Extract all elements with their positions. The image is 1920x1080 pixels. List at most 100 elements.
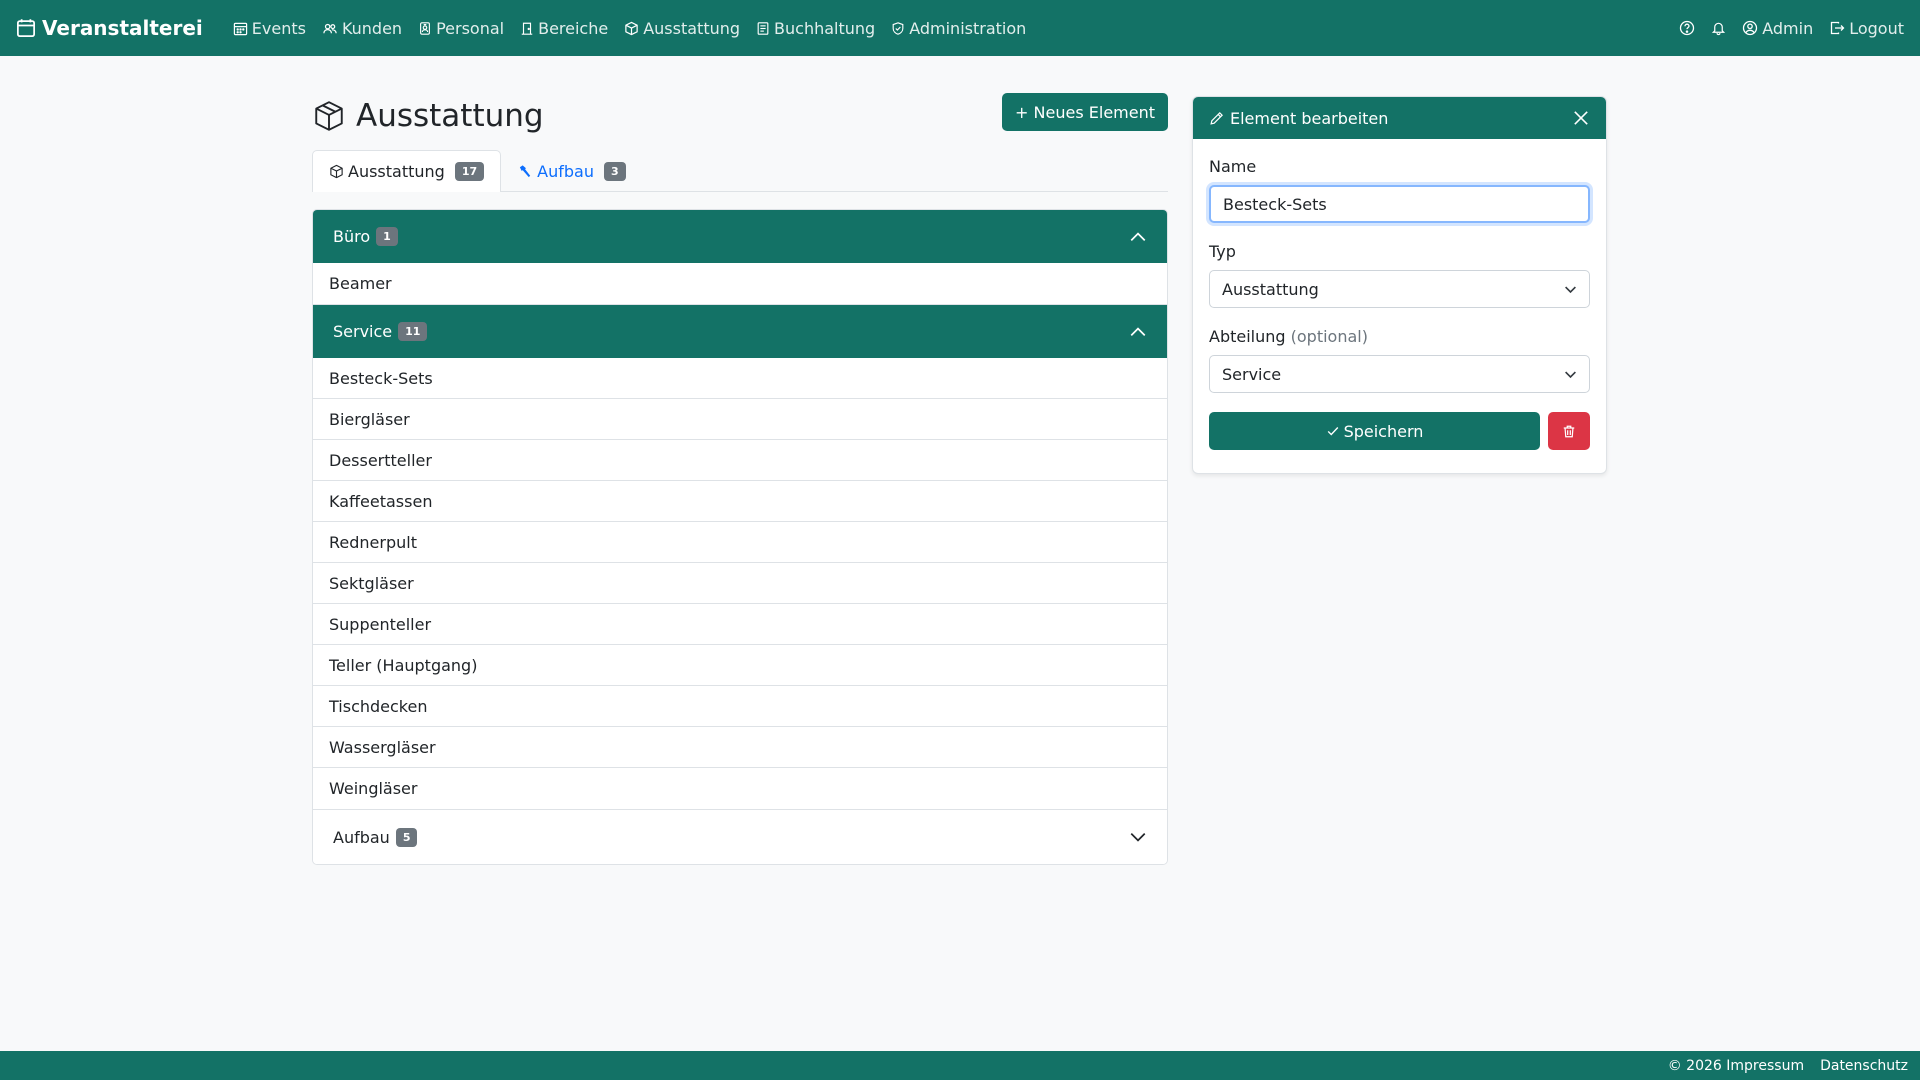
footer-impressum-link[interactable]: © 2026 Impressum	[1668, 1058, 1804, 1074]
group-name: Service	[333, 322, 393, 341]
nav-kunden-label: Kunden	[341, 18, 403, 38]
list-item[interactable]: Tischdecken	[313, 686, 1167, 727]
trash-icon	[1562, 424, 1576, 439]
group-count: 11	[398, 322, 428, 341]
box-icon	[329, 164, 344, 179]
list-item[interactable]: Biergläser	[313, 399, 1167, 440]
chevron-down-icon	[1129, 828, 1147, 846]
ledger-icon	[756, 21, 770, 36]
list-item[interactable]: Dessertteller	[313, 440, 1167, 481]
tab-ausstattung[interactable]: Ausstattung 17	[312, 150, 502, 192]
logout-icon	[1829, 20, 1845, 36]
navbar: Veranstalterei Events Kunden Personal Be…	[0, 0, 1920, 56]
door-icon	[520, 21, 534, 36]
nav-buchhaltung-label: Buchhaltung	[774, 18, 876, 38]
person-badge-icon	[418, 21, 432, 36]
footer: © 2026 Impressum Datenschutz	[0, 1051, 1920, 1080]
list-item[interactable]: Wassergläser	[313, 727, 1167, 768]
logout-link[interactable]: Logout	[1829, 19, 1904, 38]
group-name: Büro	[333, 227, 371, 246]
dept-optional-text: (optional)	[1290, 327, 1368, 346]
dept-label: Abteilung (optional)	[1209, 327, 1590, 346]
nav-personal[interactable]: Personal	[418, 19, 504, 38]
edit-panel-header: Element bearbeiten	[1193, 97, 1606, 139]
nav-bereiche[interactable]: Bereiche	[520, 19, 608, 38]
nav-events-label: Events	[251, 18, 306, 38]
list-item[interactable]: Teller (Hauptgang)	[313, 645, 1167, 686]
group-header-buero[interactable]: Büro 1	[313, 210, 1167, 263]
save-label: Speichern	[1343, 421, 1424, 441]
type-select[interactable]: Ausstattung	[1209, 270, 1590, 308]
close-icon[interactable]	[1572, 109, 1590, 127]
dept-select-value: Service	[1222, 364, 1282, 384]
nav-buchhaltung[interactable]: Buchhaltung	[756, 19, 875, 38]
help-icon[interactable]	[1679, 20, 1695, 36]
bell-icon[interactable]	[1711, 20, 1726, 36]
list-item[interactable]: Kaffeetassen	[313, 481, 1167, 522]
page-title-text: Ausstattung	[356, 98, 544, 134]
list-item[interactable]: Sektgläser	[313, 563, 1167, 604]
chevron-down-icon	[1564, 283, 1577, 296]
accordion: Büro 1 Beamer Service 11 Besteck-Sets Bi…	[312, 209, 1168, 865]
list-item[interactable]: Rednerpult	[313, 522, 1167, 563]
person-circle-icon	[1742, 20, 1758, 36]
new-element-button[interactable]: + Neues Element	[1002, 93, 1168, 131]
group-count: 1	[376, 227, 398, 246]
calendar-icon	[233, 21, 248, 36]
tab-aufbau[interactable]: Aufbau 3	[501, 150, 642, 192]
chevron-up-icon	[1129, 323, 1147, 341]
type-select-value: Ausstattung	[1222, 279, 1319, 299]
shield-icon	[891, 21, 905, 36]
group-list-buero: Beamer	[313, 263, 1167, 305]
group-name: Aufbau	[333, 827, 390, 847]
nav-ausstattung-label: Ausstattung	[643, 18, 741, 38]
page-header: Ausstattung + Neues Element	[312, 93, 1168, 136]
nav-administration[interactable]: Administration	[891, 19, 1026, 38]
group-header-aufbau[interactable]: Aufbau 5	[313, 810, 1167, 864]
dept-field-group: Abteilung (optional) Service	[1209, 327, 1590, 393]
nav-events[interactable]: Events	[233, 19, 306, 38]
pencil-icon	[1209, 111, 1224, 126]
group-header-service[interactable]: Service 11	[313, 305, 1167, 358]
check-icon	[1326, 424, 1340, 438]
delete-button[interactable]	[1548, 412, 1590, 450]
edit-panel-body: Name Typ Ausstattung Abteilung (optional…	[1193, 139, 1606, 468]
footer-datenschutz-link[interactable]: Datenschutz	[1820, 1058, 1908, 1074]
brand-name: Veranstalterei	[42, 16, 203, 40]
nav-ausstattung[interactable]: Ausstattung	[624, 19, 740, 38]
people-icon	[322, 21, 338, 36]
list-item[interactable]: Beamer	[313, 263, 1167, 304]
logout-label: Logout	[1849, 18, 1904, 38]
edit-panel: Element bearbeiten Name Typ Ausstattung …	[1192, 96, 1607, 474]
edit-panel-title: Element bearbeiten	[1230, 108, 1389, 128]
save-button[interactable]: Speichern	[1209, 412, 1540, 450]
main-content: Ausstattung + Neues Element Ausstattung …	[312, 93, 1168, 865]
nav-kunden[interactable]: Kunden	[322, 19, 402, 38]
tab-ausstattung-count: 17	[454, 162, 485, 181]
edit-actions: Speichern	[1209, 412, 1590, 450]
type-label: Typ	[1209, 242, 1236, 261]
name-field-group: Name	[1209, 157, 1590, 223]
chevron-down-icon	[1564, 368, 1577, 381]
user-name: Admin	[1762, 18, 1814, 38]
tab-aufbau-label: Aufbau	[537, 162, 594, 181]
tabs: Ausstattung 17 Aufbau 3	[312, 150, 1168, 192]
list-item[interactable]: Suppenteller	[313, 604, 1167, 645]
brand[interactable]: Veranstalterei	[16, 16, 203, 40]
nav-bereiche-label: Bereiche	[538, 18, 609, 38]
dept-label-text: Abteilung	[1209, 327, 1286, 346]
page-title: Ausstattung	[312, 98, 544, 134]
name-label: Name	[1209, 157, 1257, 176]
nav-administration-label: Administration	[909, 18, 1027, 38]
list-item[interactable]: Besteck-Sets	[313, 358, 1167, 399]
user-menu[interactable]: Admin	[1742, 19, 1813, 38]
tab-ausstattung-label: Ausstattung	[348, 162, 445, 181]
dept-select[interactable]: Service	[1209, 355, 1590, 393]
name-input[interactable]	[1209, 185, 1590, 223]
tab-aufbau-count: 3	[603, 162, 626, 181]
chevron-up-icon	[1129, 228, 1147, 246]
box-icon	[312, 99, 346, 133]
list-item[interactable]: Weingläser	[313, 768, 1167, 809]
box-icon	[624, 21, 639, 36]
group-count: 5	[395, 827, 418, 847]
